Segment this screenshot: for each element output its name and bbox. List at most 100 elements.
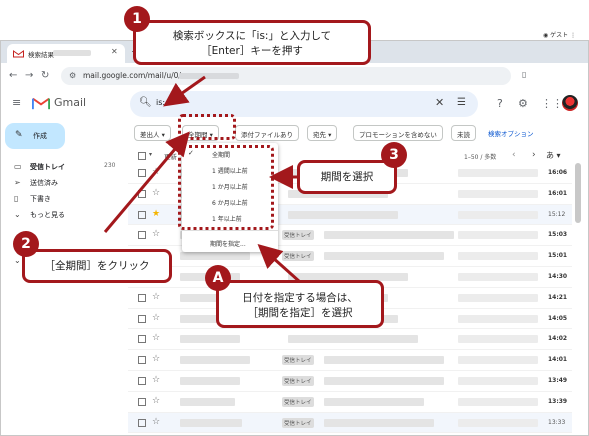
sidebar-item-inbox[interactable]: ▭ 受信トレイ 230 [0, 159, 122, 175]
row-checkbox[interactable] [138, 397, 146, 406]
site-info-icon[interactable]: ⚙ [69, 71, 76, 80]
row-checkbox[interactable] [138, 314, 146, 323]
sidebar-item-drafts[interactable]: ▯ 下書き [0, 191, 122, 207]
label-chip[interactable]: 受信トレイ [282, 355, 314, 366]
callout-stepA: 日付を指定する場合は、 ［期間を指定］を選択 [216, 280, 384, 328]
row-time: 14:30 [548, 273, 568, 280]
gmail-wordmark: Gmail [54, 96, 87, 109]
back-icon[interactable]: ← [9, 70, 17, 81]
redacted-subject [288, 210, 398, 219]
sidebar-item-label: 下書き [30, 195, 51, 203]
row-checkbox[interactable] [138, 293, 146, 302]
pagination-text: 1–50 / 多数 [464, 154, 497, 161]
forward-icon[interactable]: → [25, 70, 33, 81]
redacted-snippet [458, 273, 538, 281]
star-icon[interactable]: ☆ [152, 354, 160, 364]
row-time: 16:01 [548, 189, 568, 197]
row-checkbox[interactable] [138, 418, 146, 427]
label-chip[interactable]: 受信トレイ [282, 230, 314, 241]
refresh-label[interactable]: 更新 [164, 151, 177, 161]
redacted-snippet [458, 231, 538, 240]
row-checkbox[interactable] [138, 231, 146, 240]
sidebar-item-sent[interactable]: ➢ 送信済み [0, 175, 122, 191]
unread-count: 230 [104, 162, 116, 169]
star-icon[interactable]: ☆ [152, 229, 160, 239]
row-time: 14:21 [548, 293, 568, 301]
star-icon[interactable]: ★ [152, 209, 160, 219]
select-all-checkbox[interactable] [138, 152, 146, 160]
redacted-snippet [458, 397, 538, 406]
table-row[interactable]: ☆ 受信トレイ 14:01 [128, 350, 572, 371]
side-panel-icon[interactable]: ▯ [522, 70, 526, 79]
row-checkbox[interactable] [138, 356, 146, 365]
period-option-custom[interactable]: 期間を指定... [182, 235, 278, 250]
filter-exclude-promotions[interactable]: プロモーションを含めない [353, 125, 443, 141]
row-checkbox[interactable] [138, 189, 146, 198]
search-input[interactable]: is: [156, 98, 165, 107]
sidebar-item-label: もっと見る [30, 211, 65, 219]
label-chip[interactable]: 受信トレイ [282, 251, 314, 262]
prev-page-icon[interactable]: ‹ [512, 150, 516, 160]
row-checkbox[interactable] [138, 377, 146, 385]
callout-step1: 検索ボックスに「is:」と入力して ［Enter］キーを押す [133, 20, 371, 65]
reload-icon[interactable]: ↻ [41, 70, 49, 81]
main-menu-icon[interactable]: ≡ [12, 96, 21, 109]
profile-chip[interactable]: ◉ ゲスト ⋮ [543, 30, 585, 42]
search-options-icon[interactable]: ☰ [457, 97, 466, 108]
redacted-subject [324, 231, 454, 240]
table-row[interactable]: ☆ 受信トレイ 13:33 [128, 412, 572, 434]
row-checkbox[interactable] [138, 210, 146, 219]
callout-text: 期間を選択 [320, 171, 374, 183]
input-tools-button[interactable]: あ ▾ [546, 150, 561, 161]
star-icon[interactable]: ☆ [152, 292, 160, 302]
apps-grid-icon[interactable]: ⋮⋮ [541, 97, 563, 110]
search-icon[interactable]: 🔍︎ [139, 97, 152, 108]
redacted-sender [180, 356, 250, 365]
close-tab-icon[interactable]: ✕ [111, 47, 118, 56]
browser-tab[interactable]: 検索結果 ✕ [7, 44, 125, 63]
table-row[interactable]: ☆ 14:02 [128, 329, 572, 351]
compose-button[interactable]: ✎ 作成 [5, 123, 65, 149]
filter-unread[interactable]: 未読 [451, 125, 476, 141]
step-badge-3: 3 [381, 142, 407, 168]
star-icon[interactable]: ☆ [152, 167, 160, 177]
redacted-sender [180, 418, 242, 427]
redacted-snippet [458, 335, 538, 344]
star-icon[interactable]: ☆ [152, 375, 160, 385]
star-icon[interactable]: ☆ [152, 313, 160, 323]
label-chip[interactable]: 受信トレイ [282, 396, 314, 407]
table-row[interactable]: ☆ 受信トレイ 13:39 [128, 391, 572, 413]
star-icon[interactable]: ☆ [152, 417, 160, 427]
filter-from[interactable]: 差出人 ▾ [134, 125, 171, 141]
next-page-icon[interactable]: › [532, 150, 536, 160]
row-time: 13:39 [548, 397, 568, 405]
callout-step2: ［全期間］をクリック [22, 249, 172, 283]
filter-to[interactable]: 宛先 ▾ [307, 125, 338, 141]
draft-icon: ▯ [14, 194, 19, 203]
clear-search-icon[interactable]: ✕ [435, 96, 444, 109]
gmail-favicon-icon [13, 50, 24, 58]
settings-icon[interactable]: ⚙ [518, 97, 528, 110]
filter-has-attachment[interactable]: 添付ファイルあり [235, 125, 299, 141]
star-icon[interactable]: ☆ [152, 188, 160, 198]
account-avatar[interactable] [562, 95, 578, 111]
labels-expand-icon[interactable]: ⌄ [14, 256, 21, 265]
row-checkbox[interactable] [138, 335, 146, 344]
star-icon[interactable]: ☆ [152, 396, 160, 406]
advanced-search-link[interactable]: 検索オプション [488, 128, 534, 138]
star-icon[interactable]: ☆ [152, 333, 160, 343]
redacted-subject [324, 252, 444, 261]
help-icon[interactable]: ? [497, 97, 503, 110]
callout-text: ［全期間］をクリック [44, 260, 150, 272]
row-time: 15:03 [548, 231, 568, 239]
label-chip[interactable]: 受信トレイ [282, 376, 314, 386]
inbox-icon: ▭ [14, 162, 22, 171]
select-menu-icon[interactable]: ▾ [149, 151, 152, 158]
table-row[interactable]: ☆ 受信トレイ 13:49 [128, 371, 572, 392]
url-field[interactable]: ⚙ mail.google.com/mail/u/0/ [61, 67, 511, 85]
row-checkbox[interactable] [138, 169, 146, 177]
label-chip[interactable]: 受信トレイ [282, 417, 314, 428]
sidebar-item-more[interactable]: ⌄ もっと見る [0, 207, 122, 223]
redacted-snippet [458, 356, 538, 365]
scrollbar[interactable] [575, 163, 581, 223]
